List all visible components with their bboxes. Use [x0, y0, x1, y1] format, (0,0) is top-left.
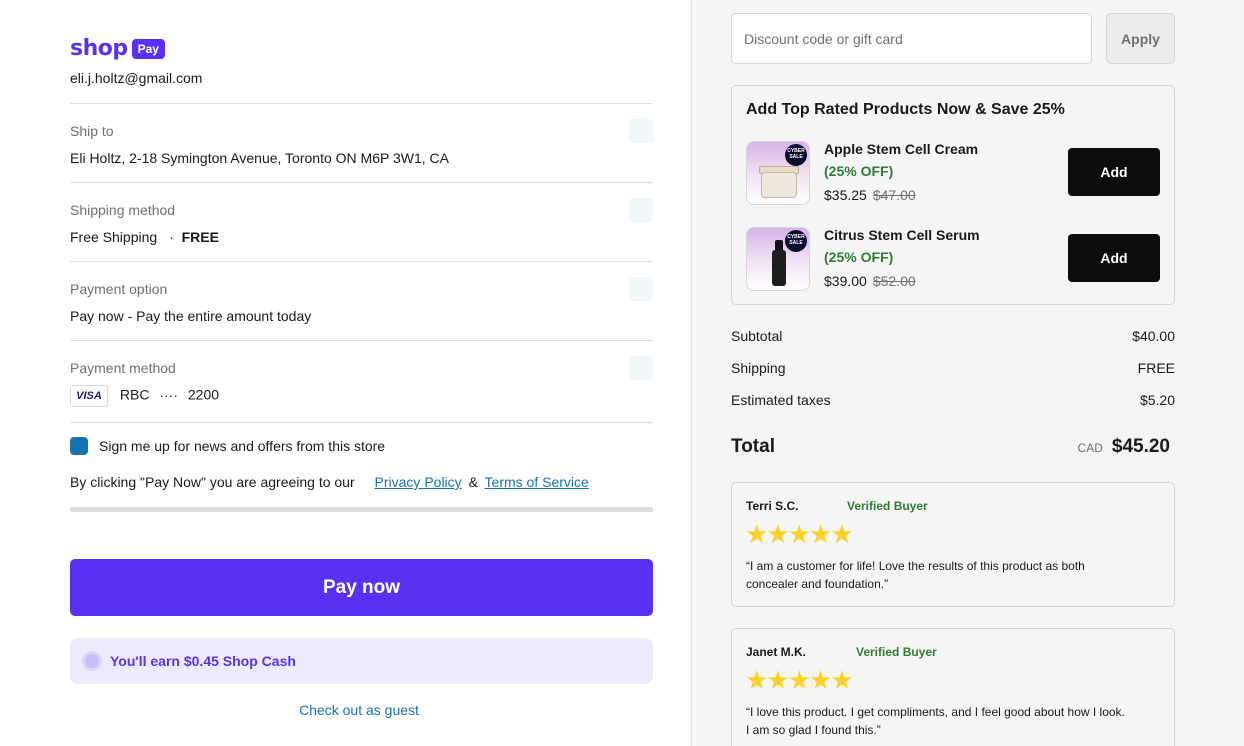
total-label: Total [731, 436, 775, 457]
reviewer-name: Terri S.C. [746, 499, 799, 513]
edit-ship-to-button[interactable] [629, 119, 653, 143]
product-old-price: $47.00 [872, 187, 916, 203]
shop-cash-icon [82, 651, 102, 671]
product-price-group: $35.25 $47.00 [824, 187, 916, 203]
add-product-button[interactable]: Add [1068, 234, 1160, 282]
consent-prefix: By clicking "Pay Now" you are agreeing t… [70, 474, 355, 490]
total-value: $45.20 [1111, 436, 1170, 457]
shipping-method-value: Free Shipping · FREE [70, 229, 219, 245]
shipping-separator: · [169, 229, 174, 245]
privacy-policy-link[interactable]: Privacy Policy [375, 474, 462, 490]
edit-payment-method-button[interactable] [629, 356, 653, 380]
consent-ampersand: & [468, 474, 478, 490]
taxes-label: Estimated taxes [731, 392, 831, 408]
subtotal-row: Subtotal $40.00 [731, 328, 1175, 344]
shop-cash-text: You'll earn $0.45 Shop Cash [110, 653, 296, 669]
product-old-price: $52.00 [872, 273, 916, 289]
newsletter-signup[interactable]: Sign me up for news and offers from this… [70, 437, 385, 455]
cream-jar-shape [761, 172, 797, 198]
product-name: Apple Stem Cell Cream [824, 141, 979, 157]
star-rating-icon: ★★★★★ [745, 665, 854, 695]
product-price: $39.00 [824, 273, 867, 289]
shop-cash-banner: You'll earn $0.45 Shop Cash [70, 638, 653, 684]
payment-option-row[interactable]: Payment option Pay now - Pay the entire … [70, 261, 653, 341]
total-currency: CAD [1077, 441, 1103, 455]
upsell-product: CYBER SALE Apple Stem Cell Cream (25% OF… [746, 141, 1160, 205]
payment-option-label: Payment option [70, 281, 168, 297]
payment-method-label: Payment method [70, 360, 176, 376]
taxes-row: Estimated taxes $5.20 [731, 392, 1175, 408]
shipping-row: Shipping FREE [731, 360, 1175, 376]
review-text: “I love this product. I get compliments,… [746, 705, 1125, 737]
shipping-method-row[interactable]: Shipping method Free Shipping · FREE [70, 182, 653, 262]
newsletter-checkbox[interactable] [70, 437, 88, 455]
checkout-as-guest-link[interactable]: Check out as guest [70, 702, 648, 718]
consent-text: By clicking "Pay Now" you are agreeing t… [70, 474, 589, 490]
reviewer-name: Janet M.K. [746, 645, 807, 659]
shipping-value: FREE [1137, 360, 1175, 376]
product-discount: (25% OFF) [824, 249, 894, 265]
terms-of-service-link[interactable]: Terms of Service [485, 474, 589, 490]
product-thumbnail-cream: CYBER SALE [746, 141, 810, 205]
pay-now-button[interactable]: Pay now [70, 559, 653, 616]
payment-option-value: Pay now - Pay the entire amount today [70, 308, 312, 324]
subtotal-value: $40.00 [1132, 328, 1175, 344]
product-name: Citrus Stem Cell Serum [824, 227, 980, 243]
shipping-label: Shipping [731, 360, 786, 376]
verified-buyer-badge: Verified Buyer [856, 645, 937, 659]
review-text: “I am a customer for life! Love the resu… [746, 559, 1085, 591]
card-last4: 2200 [187, 386, 220, 403]
checkout-main-panel: shop Pay eli.j.holtz@gmail.com Ship to E… [0, 0, 691, 746]
ship-to-label: Ship to [70, 123, 114, 139]
card-bank: RBC [119, 386, 150, 403]
product-price-group: $39.00 $52.00 [824, 273, 916, 289]
card-mask-dots: ···· [159, 386, 178, 403]
shipping-method-label: Shipping method [70, 202, 176, 218]
edit-payment-option-button[interactable] [629, 277, 653, 301]
upsell-box: Add Top Rated Products Now & Save 25% CY… [731, 85, 1175, 305]
review-card: Terri S.C. Verified Buyer ★★★★★ “I am a … [731, 482, 1175, 607]
star-rating-icon: ★★★★★ [745, 519, 854, 549]
product-thumbnail-serum: CYBER SALE [746, 227, 810, 291]
total-amount-group: CAD $45.20 [1078, 436, 1170, 458]
add-product-button[interactable]: Add [1068, 148, 1160, 196]
product-discount: (25% OFF) [824, 163, 894, 179]
shipping-method-name: Free Shipping [70, 229, 158, 245]
cyber-sale-badge: CYBER SALE [785, 144, 807, 166]
edit-shipping-method-button[interactable] [629, 198, 653, 222]
shop-logo-text: shop [70, 36, 128, 61]
ship-to-value: Eli Holtz, 2-18 Symington Avenue, Toront… [70, 150, 449, 166]
apply-discount-button[interactable]: Apply [1106, 13, 1175, 64]
upsell-product: CYBER SALE Citrus Stem Cell Serum (25% O… [746, 227, 1160, 291]
upsell-title: Add Top Rated Products Now & Save 25% [746, 101, 1065, 118]
order-summary-panel: Discount code or gift card Apply Add Top… [691, 0, 1244, 746]
ship-to-row[interactable]: Ship to Eli Holtz, 2-18 Symington Avenue… [70, 103, 653, 183]
shop-pay-logo: shop Pay [70, 36, 165, 61]
cyber-sale-badge: CYBER SALE [785, 230, 807, 252]
shipping-method-price: FREE [181, 229, 219, 245]
serum-bottle-shape [772, 250, 786, 286]
payment-method-value: VISA RBC ···· 2200 [70, 385, 219, 407]
review-card: Janet M.K. Verified Buyer ★★★★★ “I love … [731, 628, 1175, 746]
visa-card-icon: VISA [70, 385, 108, 407]
account-email: eli.j.holtz@gmail.com [70, 70, 203, 86]
payment-method-row[interactable]: Payment method VISA RBC ···· 2200 [70, 340, 653, 423]
total-row: Total CAD $45.20 [731, 436, 1170, 458]
verified-buyer-badge: Verified Buyer [847, 499, 928, 513]
product-price: $35.25 [824, 187, 867, 203]
newsletter-label: Sign me up for news and offers from this… [99, 438, 386, 454]
discount-code-input[interactable]: Discount code or gift card [731, 13, 1092, 64]
pay-logo-badge: Pay [131, 38, 165, 59]
subtotal-label: Subtotal [731, 328, 783, 344]
section-divider [70, 507, 653, 512]
taxes-value: $5.20 [1139, 392, 1175, 408]
